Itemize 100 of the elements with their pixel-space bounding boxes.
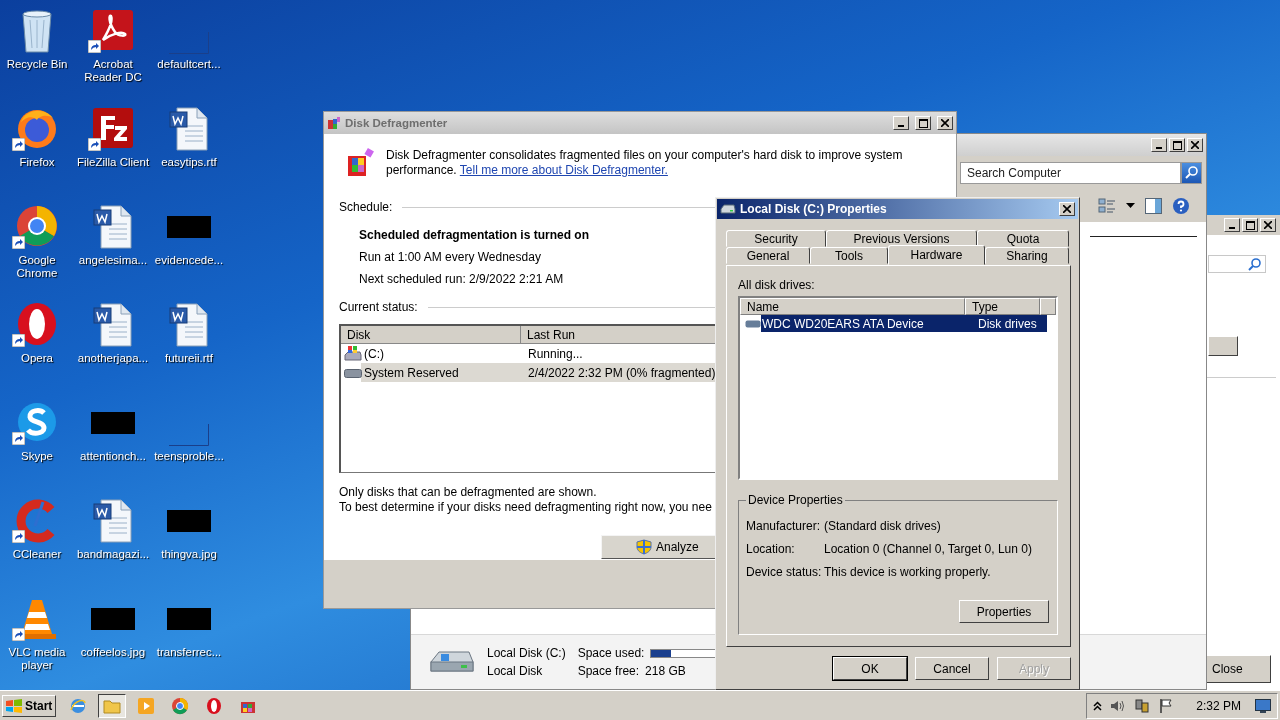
desktop-icon-label[interactable]: VLC media player: [0, 646, 75, 672]
section-label: Schedule:: [339, 200, 393, 214]
column-header[interactable]: Disk: [341, 326, 521, 344]
table-cell-text: Running...: [527, 346, 584, 361]
search-icon: [1248, 257, 1261, 271]
table-cell-text: Disk drives: [977, 316, 1038, 331]
note-text: To best determine if your disks need defragmenting right now, you nee: [339, 500, 712, 515]
space-used-label: Space used:: [577, 646, 645, 660]
desktop-icon-label[interactable]: transferrec...: [156, 646, 222, 659]
desktop-icon-label[interactable]: CCleaner: [12, 548, 62, 561]
speaker-icon[interactable]: [1110, 698, 1127, 713]
properties-button[interactable]: Properties: [959, 600, 1049, 623]
drive-icon: [720, 203, 736, 215]
taskbar-button[interactable]: [98, 693, 126, 718]
dialog-button[interactable]: Cancel: [915, 657, 989, 680]
preview-pane-icon[interactable]: [1145, 197, 1162, 214]
close-button[interactable]: [1059, 202, 1075, 216]
desktop-icon-label[interactable]: thingva.jpg: [161, 548, 217, 561]
desktop-icon-label[interactable]: defaultcert...: [157, 58, 221, 71]
caret-icon[interactable]: [1126, 202, 1135, 209]
search-icon: [1185, 166, 1198, 179]
maximize-icon: [918, 118, 928, 128]
maximize-button[interactable]: [1169, 138, 1185, 152]
ring-logo-icon: [205, 696, 223, 715]
minimize-button[interactable]: [893, 116, 909, 130]
search-button[interactable]: [1181, 161, 1202, 184]
close-button[interactable]: [937, 116, 953, 130]
desktop-icon-label[interactable]: teensproble...: [154, 450, 224, 463]
maximize-icon: [1172, 140, 1182, 150]
note-text: Only disks that can be defragmented are shown.: [339, 485, 597, 500]
tab[interactable]: General: [726, 247, 810, 264]
desktop-icon-label[interactable]: Google Chrome: [0, 254, 75, 280]
tab[interactable]: Hardware: [888, 245, 985, 265]
defrag-app-icon: [327, 116, 341, 130]
clock[interactable]: 2:32 PM: [1196, 698, 1241, 713]
desktop-icon-label[interactable]: Recycle Bin: [6, 58, 68, 71]
desktop-icon-label[interactable]: Firefox: [19, 156, 55, 169]
desktop-icon-label[interactable]: attentionch...: [80, 450, 146, 463]
description-text: Disk Defragmenter consolidates fragmented files on your computer's hard disk to improve system performance. Tell me more about Disk Defragmenter.: [386, 148, 904, 178]
column-header[interactable]: Type: [965, 298, 1040, 315]
chevron-up-icon[interactable]: [1093, 700, 1103, 711]
desktop-icon-label[interactable]: anotherjapa...: [77, 352, 149, 365]
desktop-icon-label[interactable]: Acrobat Reader DC: [75, 58, 151, 84]
minimize-button[interactable]: [1151, 138, 1167, 152]
desktop-icon-label[interactable]: coffeelos.jpg: [80, 646, 146, 659]
group-title: Device Properties: [746, 493, 845, 507]
desktop-icon-label[interactable]: evidencede...: [154, 254, 224, 267]
flag-icon[interactable]: [1158, 697, 1175, 714]
maximize-button[interactable]: [915, 116, 931, 130]
help-icon[interactable]: [1172, 196, 1190, 215]
table-cell-text: 2/4/2022 2:32 PM (0% fragmented): [527, 365, 717, 380]
drive-icon: [344, 367, 362, 378]
show-desktop-icon[interactable]: [1255, 698, 1271, 713]
table-cell: System Reserved: [364, 365, 459, 380]
close-button[interactable]: [1187, 138, 1203, 152]
field-value: This device is working properly.: [824, 564, 991, 579]
close-icon: [1191, 141, 1199, 149]
drive-name: Local Disk (C:): [487, 646, 566, 660]
close-icon: [1264, 221, 1272, 229]
dialog-button[interactable]: OK: [833, 657, 907, 680]
start-button[interactable]: Start: [2, 694, 56, 717]
close-button[interactable]: [1260, 218, 1276, 232]
section-label: Current status:: [339, 300, 418, 314]
tab[interactable]: Previous Versions: [826, 230, 977, 247]
desktop-icon-label[interactable]: Opera: [21, 352, 53, 365]
network-icon[interactable]: [1134, 697, 1151, 714]
defrag-app-icon: [345, 146, 377, 178]
next-run-text: Next scheduled run: 2/9/2022 2:21 AM: [359, 272, 564, 286]
maximize-icon: [1245, 220, 1255, 230]
list-row[interactable]: WDC WD20EARS ATA Device Disk drives: [761, 315, 1047, 332]
minimize-button[interactable]: [1224, 218, 1240, 232]
window-title: Disk Defragmenter: [345, 117, 449, 129]
search-field[interactable]: [1208, 255, 1266, 273]
close-icon: [1063, 205, 1071, 213]
system-drive-icon: [344, 345, 362, 362]
column-header[interactable]: Name: [740, 298, 965, 315]
tab[interactable]: Tools: [810, 247, 888, 264]
desktop-icon-label[interactable]: angelesima...: [78, 254, 148, 267]
desktop-icon-label[interactable]: bandmagazi...: [76, 548, 150, 561]
shield-icon: [636, 539, 652, 555]
tab[interactable]: Security: [726, 230, 826, 247]
close-button[interactable]: Close: [1206, 655, 1271, 683]
browser-icon: [69, 696, 87, 715]
drive-icon: [745, 319, 761, 328]
space-free-value: 218 GB: [645, 664, 686, 678]
desktop-icon-label[interactable]: futureii.rtf: [165, 352, 213, 365]
view-options-icon[interactable]: [1098, 197, 1116, 214]
desktop-icon-label[interactable]: easytips.rtf: [161, 156, 217, 169]
partial-button[interactable]: [1208, 336, 1238, 356]
tab[interactable]: Sharing: [985, 247, 1069, 264]
desktop-icon-label[interactable]: Skype: [21, 450, 53, 463]
schedule-status: Scheduled defragmentation is turned on: [359, 228, 590, 242]
learn-more-link[interactable]: Tell me more about Disk Defragmenter.: [459, 163, 668, 177]
table-cell: (C:): [364, 346, 384, 361]
maximize-button[interactable]: [1242, 218, 1258, 232]
list-label: All disk drives:: [738, 278, 816, 292]
desktop-icon-label[interactable]: FileZilla Client: [76, 156, 150, 169]
search-field[interactable]: Search Computer: [960, 161, 1181, 184]
tab[interactable]: Quota: [977, 230, 1069, 247]
field-value: Location 0 (Channel 0, Target 0, Lun 0): [824, 541, 1032, 556]
